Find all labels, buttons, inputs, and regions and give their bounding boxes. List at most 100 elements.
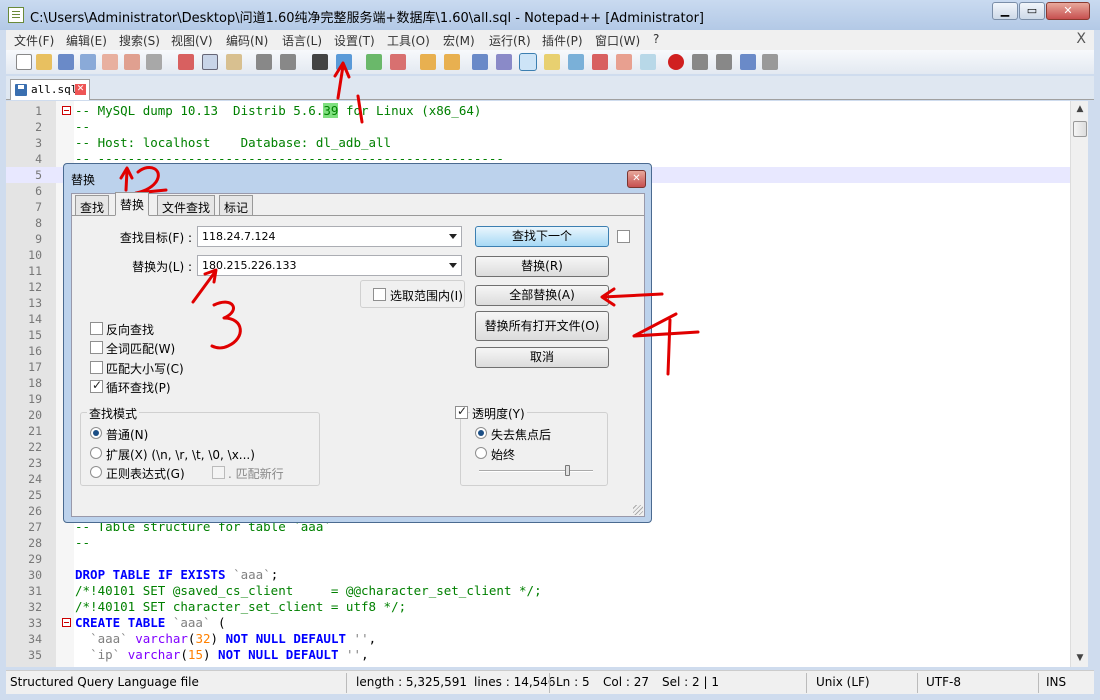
- close-file-icon[interactable]: [102, 54, 118, 70]
- menu-settings[interactable]: 设置(T): [334, 32, 375, 49]
- save-macro-icon[interactable]: [762, 54, 778, 70]
- sync-v-icon[interactable]: [420, 54, 436, 70]
- zoom-in-icon[interactable]: [366, 54, 382, 70]
- resize-grip-icon[interactable]: [633, 505, 643, 515]
- menu-language[interactable]: 语言(L): [282, 32, 322, 49]
- fold-toggle-icon[interactable]: [62, 618, 71, 627]
- doc-map-icon[interactable]: [568, 54, 584, 70]
- in-selection-checkbox[interactable]: [373, 288, 386, 301]
- line-number: 29: [28, 552, 42, 566]
- tab-find[interactable]: 查找: [75, 195, 110, 215]
- code-line[interactable]: 35 `ip` varchar(15) NOT NULL DEFAULT '',: [6, 647, 1070, 663]
- mode-normal-radio[interactable]: [90, 427, 102, 439]
- replace-all-button[interactable]: 全部替换(A): [475, 285, 609, 306]
- find-next-button[interactable]: 查找下一个: [475, 226, 609, 247]
- menu-run[interactable]: 运行(R): [489, 32, 531, 49]
- sync-h-icon[interactable]: [444, 54, 460, 70]
- record-macro-icon[interactable]: [668, 54, 684, 70]
- tab-mark[interactable]: 标记: [219, 195, 254, 215]
- fold-toggle-icon[interactable]: [62, 106, 71, 115]
- code-line[interactable]: 34 `aaa` varchar(32) NOT NULL DEFAULT ''…: [6, 631, 1070, 647]
- menu-tools[interactable]: 工具(O): [387, 32, 430, 49]
- mode-regex-radio[interactable]: [90, 466, 102, 478]
- code-line[interactable]: 1 -- MySQL dump 10.13 Distrib 5.6.39 for …: [6, 103, 1070, 119]
- replace-all-open-docs-button[interactable]: 替换所有打开文件(O): [475, 311, 609, 341]
- menu-search[interactable]: 搜索(S): [119, 32, 160, 49]
- run-macro-multiple-icon[interactable]: [740, 54, 756, 70]
- line-number: 17: [28, 360, 42, 374]
- paste-icon[interactable]: [226, 54, 242, 70]
- cut-icon[interactable]: [178, 54, 194, 70]
- stop-macro-icon[interactable]: [692, 54, 708, 70]
- menu-close-doc[interactable]: X: [1076, 31, 1086, 47]
- indent-guide-icon[interactable]: [519, 53, 537, 71]
- close-button[interactable]: ✕: [1046, 2, 1090, 20]
- find-icon[interactable]: [312, 54, 328, 70]
- code-line[interactable]: 28 --: [6, 535, 1070, 551]
- menu-macro[interactable]: 宏(M): [443, 32, 475, 49]
- find-next-option-checkbox[interactable]: [617, 230, 630, 243]
- scroll-thumb[interactable]: [1073, 121, 1087, 137]
- monitor-icon[interactable]: [640, 54, 656, 70]
- function-list-icon[interactable]: [592, 54, 608, 70]
- close-all-icon[interactable]: [124, 54, 140, 70]
- lang-icon[interactable]: [544, 54, 560, 70]
- code-line[interactable]: 29: [6, 551, 1070, 567]
- menu-help[interactable]: ?: [653, 32, 659, 46]
- dropdown-arrow-icon[interactable]: [449, 234, 457, 239]
- code-line[interactable]: 33 CREATE TABLE `aaa` (: [6, 615, 1070, 631]
- save-all-icon[interactable]: [80, 54, 96, 70]
- word-wrap-icon[interactable]: [472, 54, 488, 70]
- menu-file[interactable]: 文件(F): [14, 32, 54, 49]
- match-case-checkbox[interactable]: [90, 361, 103, 374]
- tab-all-sql[interactable]: all.sql ✕: [10, 79, 90, 100]
- code-line[interactable]: 3 -- Host: localhost Database: dl_adb_all: [6, 135, 1070, 151]
- transparency-checkbox[interactable]: [455, 404, 468, 419]
- whole-word-checkbox[interactable]: [90, 341, 103, 354]
- open-folder-icon[interactable]: [36, 54, 52, 70]
- menu-window[interactable]: 窗口(W): [595, 32, 640, 49]
- play-macro-icon[interactable]: [716, 54, 732, 70]
- menu-edit[interactable]: 编辑(E): [66, 32, 107, 49]
- folder-workspace-icon[interactable]: [616, 54, 632, 70]
- redo-icon[interactable]: [280, 54, 296, 70]
- tab-replace[interactable]: 替换: [115, 192, 150, 216]
- backward-checkbox[interactable]: [90, 322, 103, 335]
- minimize-button[interactable]: ▁: [992, 2, 1018, 20]
- maximize-button[interactable]: ▭: [1019, 2, 1045, 20]
- replace-button[interactable]: 替换(R): [475, 256, 609, 277]
- tab-close-icon[interactable]: ✕: [75, 84, 86, 95]
- menu-view[interactable]: 视图(V): [171, 32, 213, 49]
- copy-icon[interactable]: [202, 54, 218, 70]
- vertical-scrollbar[interactable]: ▲ ▼: [1070, 101, 1088, 667]
- new-file-icon[interactable]: [16, 54, 32, 70]
- trans-always-radio[interactable]: [475, 447, 487, 459]
- replace-icon[interactable]: [336, 54, 352, 70]
- save-icon[interactable]: [58, 54, 74, 70]
- trans-lose-focus-radio[interactable]: [475, 427, 487, 439]
- show-all-chars-icon[interactable]: [496, 54, 512, 70]
- zoom-out-icon[interactable]: [390, 54, 406, 70]
- code-line[interactable]: 2 --: [6, 119, 1070, 135]
- scroll-down-arrow-icon[interactable]: ▼: [1071, 650, 1089, 667]
- transparency-slider-track[interactable]: [479, 470, 593, 472]
- find-what-combo[interactable]: 118.24.7.124: [197, 226, 462, 247]
- scroll-up-arrow-icon[interactable]: ▲: [1071, 101, 1089, 118]
- print-icon[interactable]: [146, 54, 162, 70]
- undo-icon[interactable]: [256, 54, 272, 70]
- code-line[interactable]: 30 DROP TABLE IF EXISTS `aaa`;: [6, 567, 1070, 583]
- line-number: 6: [35, 184, 42, 198]
- cancel-button[interactable]: 取消: [475, 347, 609, 368]
- dot-matches-newline-checkbox[interactable]: [212, 466, 225, 479]
- mode-extended-radio[interactable]: [90, 447, 102, 459]
- transparency-slider-thumb[interactable]: [565, 465, 571, 476]
- menu-plugins[interactable]: 插件(P): [542, 32, 583, 49]
- menu-encoding[interactable]: 编码(N): [226, 32, 268, 49]
- wrap-around-checkbox[interactable]: [90, 378, 103, 393]
- tab-find-in-files[interactable]: 文件查找: [157, 195, 216, 215]
- replace-with-combo[interactable]: 180.215.226.133: [197, 255, 462, 276]
- dialog-close-button[interactable]: ✕: [627, 170, 646, 188]
- dropdown-arrow-icon[interactable]: [449, 263, 457, 268]
- code-line[interactable]: 31 /*!40101 SET @saved_cs_client = @@char…: [6, 583, 1070, 599]
- code-line[interactable]: 32 /*!40101 SET character_set_client = ut…: [6, 599, 1070, 615]
